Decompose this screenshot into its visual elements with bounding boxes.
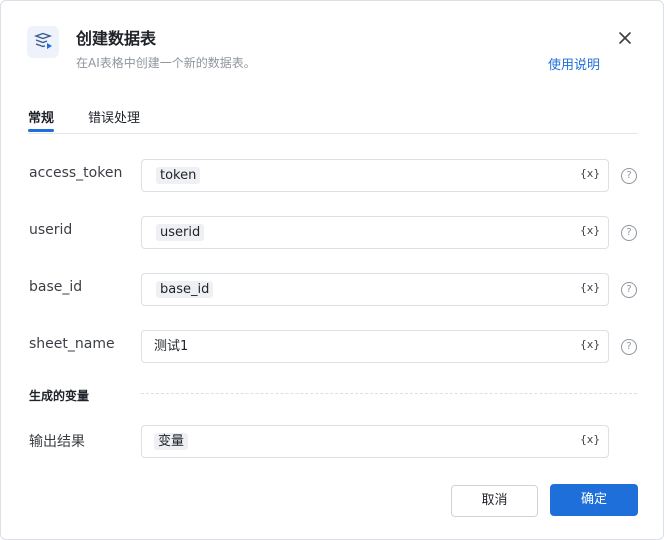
dialog-subtitle: 在AI表格中创建一个新的数据表。	[76, 56, 256, 70]
tab-general[interactable]: 常规	[28, 107, 55, 132]
help-icon[interactable]: ?	[621, 225, 637, 241]
dialog-title: 创建数据表	[76, 29, 157, 48]
confirm-button[interactable]: 确定	[550, 484, 638, 516]
section-divider	[141, 393, 637, 394]
variable-insert-icon[interactable]: {x}	[580, 167, 600, 180]
variable-chip[interactable]: token	[156, 167, 201, 184]
userid-label: userid	[29, 222, 73, 238]
access-token-field[interactable]: token {x}	[141, 159, 609, 192]
table-app-icon	[27, 26, 59, 58]
help-icon[interactable]: ?	[621, 168, 637, 184]
help-icon[interactable]: ?	[621, 339, 637, 355]
help-icon[interactable]: ?	[621, 282, 637, 298]
base-id-field[interactable]: base_id {x}	[141, 273, 609, 306]
variable-insert-icon[interactable]: {x}	[580, 338, 600, 351]
access-token-label: access_token	[29, 165, 123, 181]
create-sheet-dialog: 创建数据表 在AI表格中创建一个新的数据表。 使用说明 常规 错误处理 acce…	[0, 0, 664, 540]
variable-chip[interactable]: userid	[156, 224, 205, 241]
variable-insert-icon[interactable]: {x}	[580, 224, 600, 237]
tab-bar: 常规 错误处理	[28, 107, 638, 134]
usage-guide-link[interactable]: 使用说明	[548, 54, 600, 73]
sheet-name-field[interactable]: 测试1 {x}	[141, 330, 609, 363]
sheet-name-label: sheet_name	[29, 336, 115, 352]
variable-chip[interactable]: 变量	[154, 433, 189, 450]
sheet-name-value: 测试1	[154, 339, 189, 354]
output-section-title: 生成的变量	[29, 389, 90, 403]
variable-insert-icon[interactable]: {x}	[580, 433, 600, 446]
cancel-button[interactable]: 取消	[451, 485, 538, 517]
output-result-label: 输出结果	[29, 434, 85, 450]
userid-field[interactable]: userid {x}	[141, 216, 609, 249]
close-icon[interactable]	[615, 28, 635, 48]
variable-insert-icon[interactable]: {x}	[580, 281, 600, 294]
base-id-label: base_id	[29, 279, 83, 295]
tab-error-handling[interactable]: 错误处理	[88, 107, 140, 126]
variable-chip[interactable]: base_id	[156, 281, 214, 298]
output-result-field[interactable]: 变量 {x}	[141, 425, 609, 458]
